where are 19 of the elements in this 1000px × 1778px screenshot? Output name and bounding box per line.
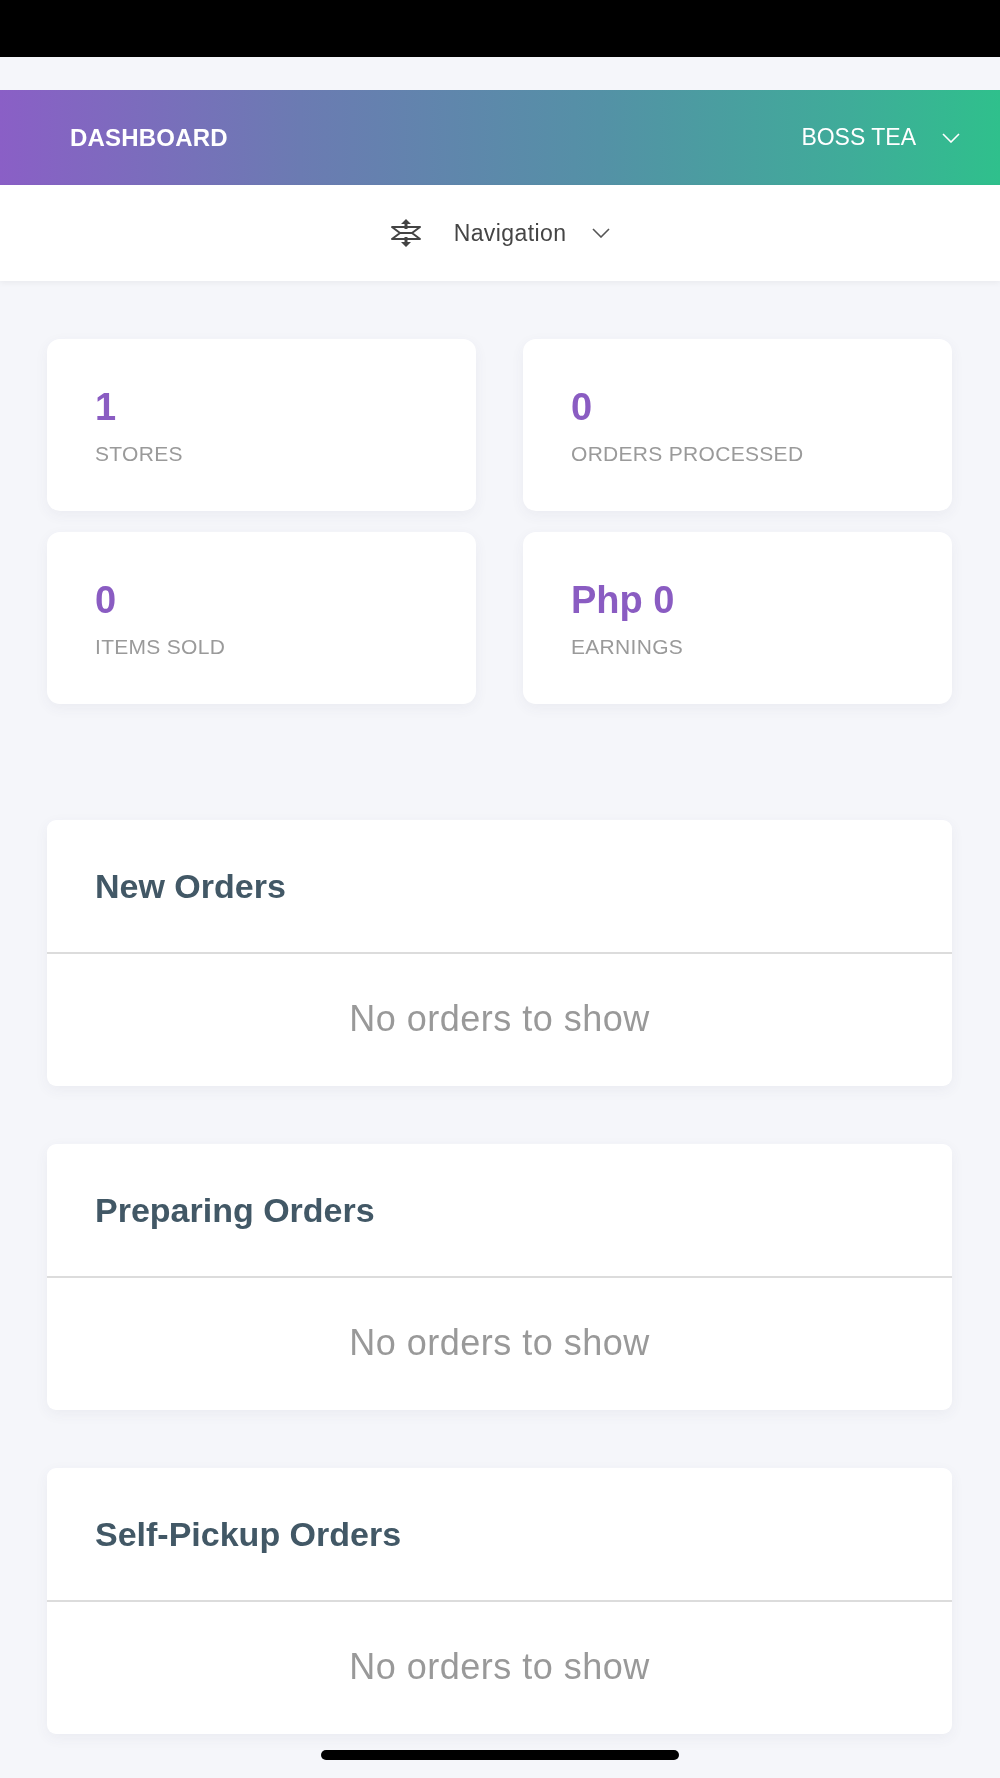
stat-value: 1 bbox=[95, 385, 118, 429]
panel-title: New Orders bbox=[95, 866, 286, 906]
empty-message: No orders to show bbox=[349, 1322, 650, 1364]
panel-title: Self-Pickup Orders bbox=[95, 1514, 402, 1554]
chevron-down-icon bbox=[592, 228, 611, 238]
stat-label: EARNINGS bbox=[571, 635, 685, 659]
move-arrows-icon bbox=[389, 218, 422, 248]
empty-message: No orders to show bbox=[349, 998, 650, 1040]
stat-value: 0 bbox=[95, 578, 118, 622]
chevron-down-icon bbox=[942, 132, 960, 143]
panel-title: Preparing Orders bbox=[95, 1190, 375, 1230]
dashboard-title: DASHBOARD bbox=[70, 123, 228, 152]
navigation-dropdown[interactable]: Navigation bbox=[389, 218, 611, 248]
stat-label: STORES bbox=[95, 442, 184, 466]
stat-label: ORDERS PROCESSED bbox=[571, 442, 805, 466]
stat-value: Php 0 bbox=[571, 578, 676, 622]
stat-value: 0 bbox=[571, 385, 594, 429]
empty-message: No orders to show bbox=[349, 1646, 650, 1688]
stat-label: ITEMS SOLD bbox=[95, 635, 227, 659]
